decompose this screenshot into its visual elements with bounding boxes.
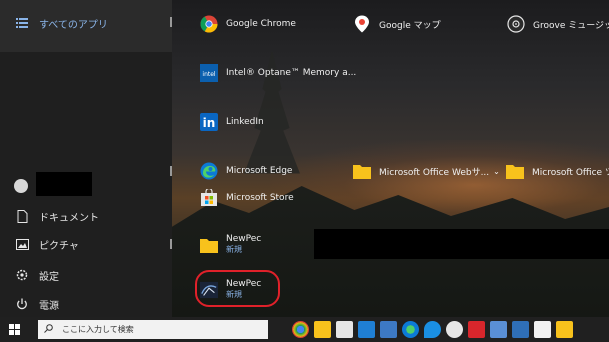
windows-logo-icon bbox=[8, 320, 20, 339]
drop-icon[interactable] bbox=[424, 321, 441, 338]
chrome-alt-icon[interactable] bbox=[446, 321, 463, 338]
taskbar: ここに入力して検索 bbox=[0, 317, 609, 342]
app-label: Microsoft Store bbox=[226, 193, 294, 203]
store-icon bbox=[200, 189, 218, 207]
app-office-tools[interactable]: Microsoft Office ツ bbox=[506, 162, 609, 180]
folder-icon bbox=[353, 162, 371, 180]
scroll-tick bbox=[170, 239, 172, 249]
svg-text:intel: intel bbox=[202, 71, 216, 78]
calendar-icon[interactable] bbox=[336, 321, 353, 338]
search-icon bbox=[44, 324, 56, 335]
groove-music-icon bbox=[507, 15, 525, 33]
all-apps-button[interactable]: すべてのアプリ bbox=[0, 10, 172, 36]
power-icon bbox=[15, 297, 29, 311]
app-label: Microsoft Office ツ bbox=[532, 167, 609, 178]
folder-icon bbox=[506, 162, 524, 180]
photo-icon[interactable] bbox=[512, 321, 529, 338]
rail-item-label: 設定 bbox=[39, 271, 59, 283]
file-explorer-icon[interactable] bbox=[314, 321, 331, 338]
app-label: Google Chrome bbox=[226, 19, 296, 29]
app-office-web[interactable]: Microsoft Office Webサ... ⌄ bbox=[353, 162, 500, 180]
folder-icon bbox=[200, 236, 218, 254]
scroll-tick bbox=[170, 166, 172, 176]
svg-text:in: in bbox=[203, 116, 216, 130]
user-name-redacted bbox=[36, 172, 92, 196]
app-linkedin[interactable]: in LinkedIn bbox=[200, 113, 264, 131]
all-apps-label: すべてのアプリ bbox=[39, 19, 108, 31]
adobe-illustrator-icon[interactable] bbox=[468, 321, 485, 338]
chevron-down-icon[interactable]: ⌄ bbox=[493, 167, 500, 176]
app-groove-music[interactable]: Groove ミュージック bbox=[507, 15, 609, 33]
new-badge: 新規 bbox=[226, 245, 242, 254]
pinned-apps bbox=[292, 321, 578, 338]
intel-icon: intel bbox=[200, 64, 218, 82]
rail-item-label: ピクチャ bbox=[39, 240, 79, 252]
start-button[interactable] bbox=[0, 317, 28, 342]
start-menu-rail: すべてのアプリ ドキュメント ピクチャ 設定 電源 bbox=[0, 0, 172, 317]
highlight-annotation bbox=[195, 270, 280, 307]
rail-item-documents[interactable]: ドキュメント bbox=[0, 203, 172, 229]
folder-icon[interactable] bbox=[556, 321, 573, 338]
edge-icon[interactable] bbox=[402, 321, 419, 338]
app-label: Intel® Optane™ Memory a... bbox=[226, 68, 357, 78]
settings-gear-icon bbox=[15, 268, 29, 282]
mail-icon[interactable] bbox=[358, 321, 375, 338]
app-label: Microsoft Edge bbox=[226, 166, 293, 176]
list-icon bbox=[15, 16, 29, 30]
app-label: Google マップ bbox=[379, 20, 441, 31]
app-google-chrome[interactable]: Google Chrome bbox=[200, 15, 296, 33]
maps-pin-icon bbox=[353, 15, 371, 33]
rail-item-label: ドキュメント bbox=[39, 212, 99, 224]
app-label: Microsoft Office Webサ... bbox=[379, 167, 490, 178]
user-avatar[interactable] bbox=[14, 179, 28, 193]
pictures-icon bbox=[15, 237, 29, 251]
app-google-maps[interactable]: Google マップ bbox=[353, 15, 441, 33]
chrome-icon bbox=[200, 15, 218, 33]
edge-icon bbox=[200, 162, 218, 180]
app-label: NewPec bbox=[226, 234, 262, 244]
redacted-area bbox=[314, 229, 609, 259]
document-icon bbox=[15, 209, 29, 223]
rail-item-settings[interactable]: 設定 bbox=[0, 262, 172, 288]
app-icon[interactable] bbox=[380, 321, 397, 338]
app-microsoft-edge[interactable]: Microsoft Edge bbox=[200, 162, 292, 180]
docs-icon[interactable] bbox=[534, 321, 551, 338]
rail-item-label: 電源 bbox=[39, 300, 59, 312]
chrome-icon[interactable] bbox=[292, 321, 309, 338]
rail-item-power[interactable]: 電源 bbox=[0, 291, 172, 317]
app-newpec-folder[interactable]: NewPec 新規 bbox=[200, 234, 261, 255]
app-label: Groove ミュージック bbox=[533, 20, 609, 31]
search-placeholder: ここに入力して検索 bbox=[62, 325, 134, 334]
taskbar-search-input[interactable]: ここに入力して検索 bbox=[38, 320, 268, 339]
linkedin-icon: in bbox=[200, 113, 218, 131]
paint-icon[interactable] bbox=[490, 321, 507, 338]
scroll-tick bbox=[170, 17, 172, 27]
app-microsoft-store[interactable]: Microsoft Store bbox=[200, 189, 294, 207]
app-label: LinkedIn bbox=[226, 117, 264, 127]
app-intel-optane[interactable]: intel Intel® Optane™ Memory a... bbox=[200, 64, 356, 82]
rail-item-pictures[interactable]: ピクチャ bbox=[0, 231, 172, 257]
